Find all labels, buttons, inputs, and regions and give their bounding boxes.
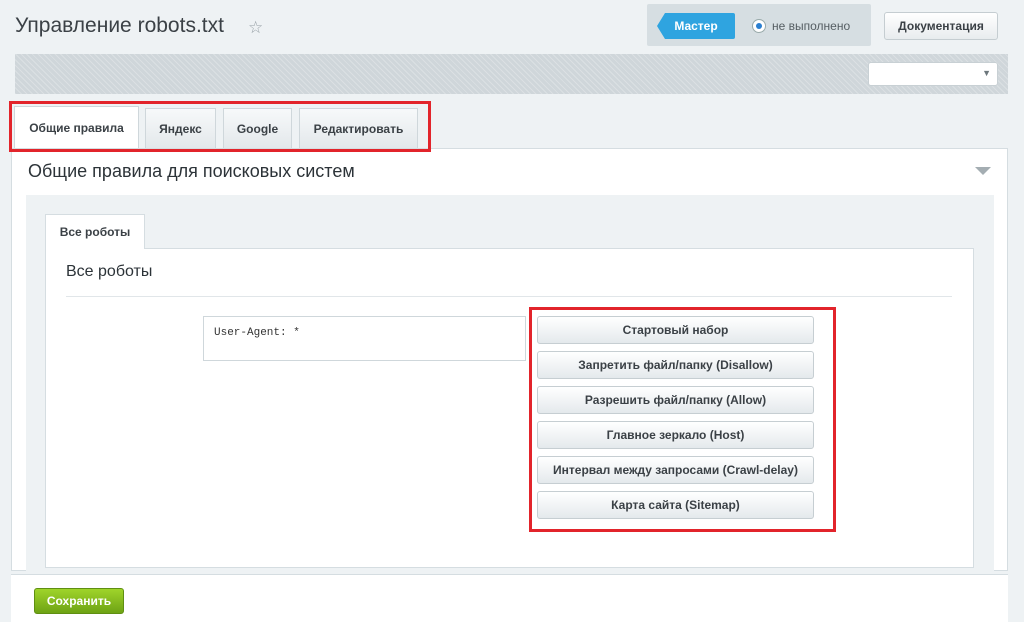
host-button[interactable]: Главное зеркало (Host): [537, 421, 814, 449]
toolbar-strip: [15, 54, 1008, 94]
section-title: Общие правила для поисковых систем: [28, 161, 355, 181]
allow-button[interactable]: Разрешить файл/папку (Allow): [537, 386, 814, 414]
footer-bar: [11, 574, 1008, 622]
status-text: не выполнено: [772, 19, 851, 33]
site-select[interactable]: ▼: [868, 62, 998, 86]
tabs-highlight-frame: [9, 101, 431, 152]
master-button[interactable]: Мастер: [657, 13, 735, 39]
tab-all-robots[interactable]: Все роботы: [45, 214, 145, 249]
master-status: не выполнено: [752, 19, 850, 33]
status-radio-icon: [752, 19, 766, 33]
star-icon[interactable]: ☆: [248, 18, 263, 38]
chevron-down-icon: ▼: [982, 68, 991, 78]
page-title: Управление robots.txt: [15, 14, 224, 37]
robots-section-title: Все роботы: [66, 263, 153, 280]
documentation-button[interactable]: Документация: [884, 12, 998, 40]
crawl-delay-button[interactable]: Интервал между запросами (Crawl-delay): [537, 456, 814, 484]
collapse-arrow-icon[interactable]: [975, 167, 991, 175]
starter-set-button[interactable]: Стартовый набор: [537, 316, 814, 344]
robots-rules-textarea[interactable]: User-Agent: *: [203, 316, 526, 361]
sitemap-button[interactable]: Карта сайта (Sitemap): [537, 491, 814, 519]
disallow-button[interactable]: Запретить файл/папку (Disallow): [537, 351, 814, 379]
save-button[interactable]: Сохранить: [34, 588, 124, 614]
divider: [66, 296, 952, 297]
